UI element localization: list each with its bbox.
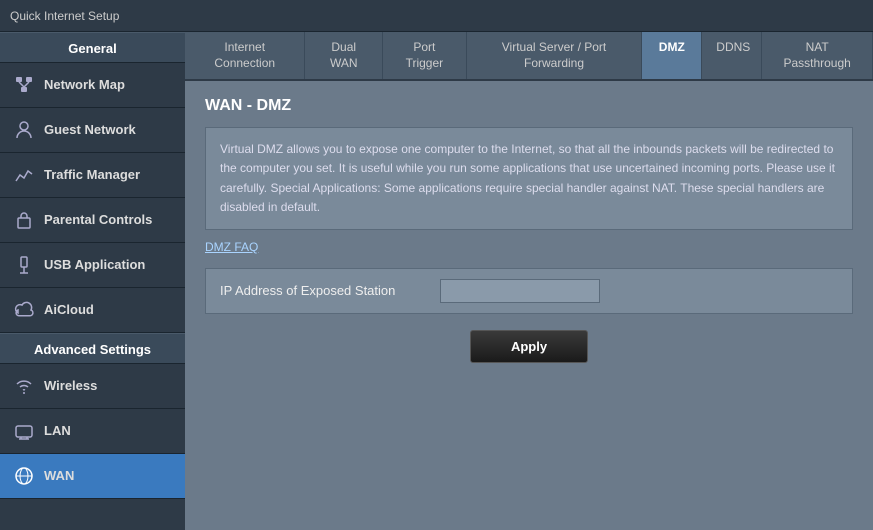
quick-setup-title: Quick Internet Setup — [10, 9, 119, 23]
tab-ddns[interactable]: DDNS — [702, 32, 762, 79]
apply-button[interactable]: Apply — [470, 330, 588, 363]
dmz-faq-link[interactable]: DMZ FAQ — [205, 240, 258, 254]
content-area: Internet Connection Dual WAN Port Trigge… — [185, 32, 873, 530]
ip-address-label: IP Address of Exposed Station — [220, 283, 440, 298]
sidebar-item-parental-controls[interactable]: Parental Controls — [0, 198, 185, 243]
sidebar: General Network Map Guest Network Traffi… — [0, 32, 185, 530]
sidebar-item-lan-label: LAN — [44, 423, 71, 439]
ip-address-input[interactable] — [440, 279, 600, 303]
sidebar-item-wireless-label: Wireless — [44, 378, 97, 394]
panel-title: WAN - DMZ — [205, 97, 853, 115]
ip-form-row: IP Address of Exposed Station — [205, 268, 853, 314]
sidebar-item-aicloud-label: AiCloud — [44, 302, 94, 318]
wan-icon — [12, 464, 36, 488]
main-panel: WAN - DMZ Virtual DMZ allows you to expo… — [185, 81, 873, 530]
sidebar-item-wan-label: WAN — [44, 468, 74, 484]
sidebar-item-aicloud[interactable]: AiCloud — [0, 288, 185, 333]
tab-nat-passthrough[interactable]: NAT Passthrough — [762, 32, 873, 79]
sidebar-item-guest-network-label: Guest Network — [44, 122, 136, 138]
general-section-label: General — [0, 32, 185, 63]
traffic-manager-icon — [12, 163, 36, 187]
tab-bar: Internet Connection Dual WAN Port Trigge… — [185, 32, 873, 81]
parental-controls-icon — [12, 208, 36, 232]
sidebar-item-network-map-label: Network Map — [44, 77, 125, 93]
apply-row: Apply — [205, 330, 853, 363]
sidebar-item-usb-application[interactable]: USB Application — [0, 243, 185, 288]
lan-icon — [12, 419, 36, 443]
sidebar-item-network-map[interactable]: Network Map — [0, 63, 185, 108]
advanced-section-label: Advanced Settings — [0, 333, 185, 364]
tab-dual-wan[interactable]: Dual WAN — [305, 32, 383, 79]
sidebar-item-usb-application-label: USB Application — [44, 257, 145, 273]
sidebar-item-wireless[interactable]: Wireless — [0, 364, 185, 409]
tab-port-trigger[interactable]: Port Trigger — [383, 32, 467, 79]
sidebar-item-parental-controls-label: Parental Controls — [44, 212, 152, 228]
sidebar-item-lan[interactable]: LAN — [0, 409, 185, 454]
guest-network-icon — [12, 118, 36, 142]
usb-application-icon — [12, 253, 36, 277]
tab-virtual-server[interactable]: Virtual Server / Port Forwarding — [467, 32, 643, 79]
tab-dmz[interactable]: DMZ — [642, 32, 702, 79]
sidebar-item-guest-network[interactable]: Guest Network — [0, 108, 185, 153]
aicloud-icon — [12, 298, 36, 322]
sidebar-item-traffic-manager-label: Traffic Manager — [44, 167, 140, 183]
network-map-icon — [12, 73, 36, 97]
sidebar-item-traffic-manager[interactable]: Traffic Manager — [0, 153, 185, 198]
tab-internet-connection[interactable]: Internet Connection — [185, 32, 305, 79]
wireless-icon — [12, 374, 36, 398]
sidebar-item-wan[interactable]: WAN — [0, 454, 185, 499]
panel-description: Virtual DMZ allows you to expose one com… — [205, 127, 853, 230]
